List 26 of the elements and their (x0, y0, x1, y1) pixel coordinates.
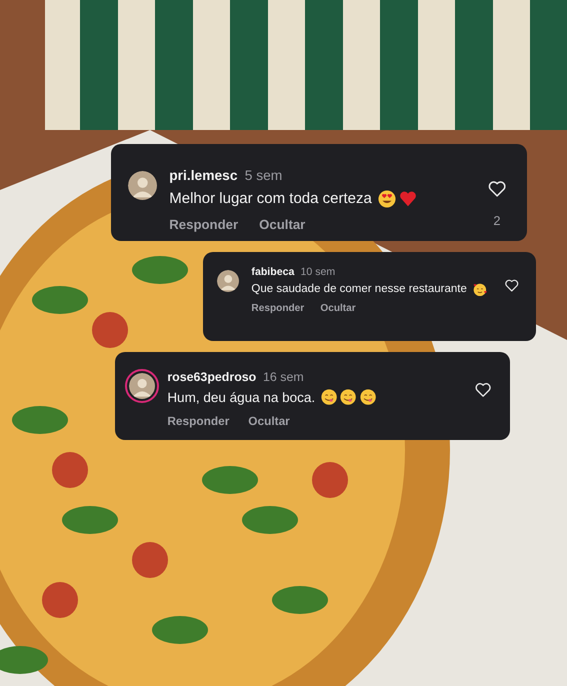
heart-emoji-icon (398, 190, 417, 208)
yum-emoji-icon (360, 389, 376, 406)
comment-text: Hum, deu água na boca. (167, 388, 316, 406)
comment-action-link[interactable]: Responder (169, 217, 238, 232)
username[interactable]: rose63pedroso (167, 370, 256, 384)
yum-emoji-icon (340, 389, 357, 406)
like-heart-icon[interactable] (504, 278, 520, 294)
like-heart-icon[interactable] (474, 381, 492, 400)
avatar[interactable] (125, 369, 160, 404)
comment-text: Melhor lugar com toda certeza (169, 189, 372, 209)
comment-time: 10 sem (300, 266, 336, 278)
username[interactable]: fabibeca (251, 266, 294, 278)
comment-time: 16 sem (263, 370, 304, 384)
comment-action-link[interactable]: Ocultar (259, 217, 306, 232)
comment-action-link[interactable]: Responder (251, 303, 304, 314)
heart-eyes-emoji-icon (378, 190, 396, 208)
like-count: 2 (493, 213, 500, 228)
yum-emoji-icon (321, 389, 338, 406)
comment-action-link[interactable]: Ocultar (320, 303, 356, 314)
comment-action-link[interactable]: Responder (167, 414, 230, 428)
comment-text: Que saudade de comer nesse restaurante (251, 282, 467, 297)
like-heart-icon[interactable] (486, 179, 507, 200)
comment-action-link[interactable]: Ocultar (248, 414, 290, 428)
comment-time: 5 sem (244, 168, 282, 183)
username[interactable]: pri.lemesc (169, 168, 238, 183)
smiling-hearts-emoji-icon (472, 282, 487, 296)
